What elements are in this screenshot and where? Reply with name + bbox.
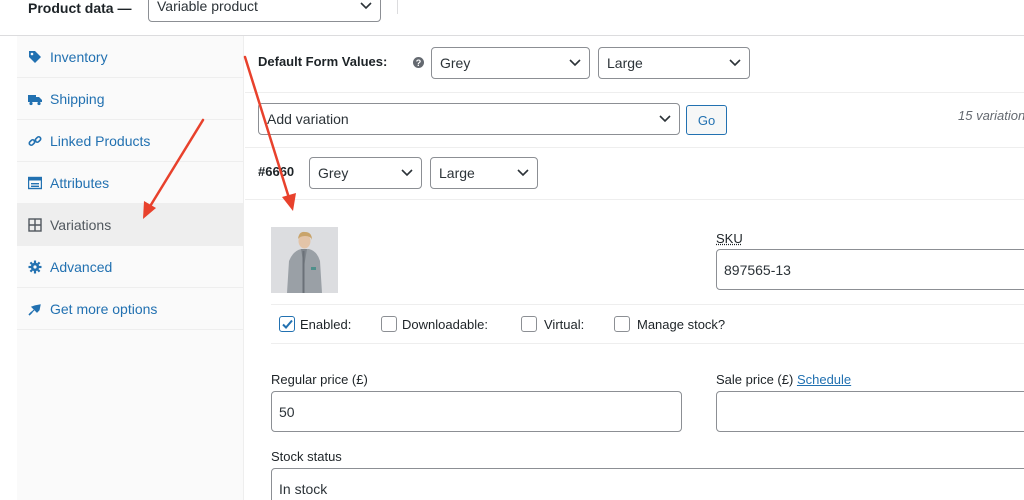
variation-color-value: Grey: [318, 165, 349, 181]
variation-image[interactable]: [271, 227, 338, 293]
tab-inventory[interactable]: Inventory: [17, 36, 244, 78]
grid-icon: [28, 217, 42, 232]
plugin-icon: [28, 302, 42, 316]
product-type-value: Variable product: [157, 0, 258, 14]
manage-stock-label: Manage stock?: [637, 317, 726, 332]
go-button[interactable]: Go: [686, 105, 727, 135]
chevron-down-icon: [517, 169, 529, 177]
row-divider: [245, 92, 1024, 93]
jacket-product-photo: [271, 227, 338, 293]
tab-shipping-label: Shipping: [50, 90, 105, 107]
enabled-checkbox[interactable]: [279, 316, 295, 332]
default-size-select[interactable]: Large: [598, 47, 750, 79]
row-divider: [245, 147, 1024, 148]
header-divider: [397, 0, 398, 14]
link-icon: [28, 134, 42, 148]
tab-inventory-label: Inventory: [50, 48, 108, 65]
default-form-values-label: Default Form Values:: [258, 54, 388, 69]
variation-count: 15 variations: [958, 108, 1024, 123]
stock-status-label: Stock status: [271, 449, 342, 464]
tab-variations[interactable]: Variations: [17, 204, 244, 246]
downloadable-checkbox[interactable]: [381, 316, 397, 332]
list-icon: [28, 176, 42, 190]
sale-price-label: Sale price (£): [716, 372, 794, 387]
schedule-link[interactable]: Schedule: [797, 372, 851, 387]
default-color-value: Grey: [440, 55, 471, 71]
product-data-tabs: Inventory Shipping Linked Products Attri…: [17, 36, 244, 500]
virtual-label: Virtual:: [544, 317, 585, 332]
tab-attributes-label: Attributes: [50, 174, 110, 191]
tab-attributes[interactable]: Attributes: [17, 162, 244, 204]
sku-input[interactable]: 897565-13: [716, 249, 1024, 290]
default-size-value: Large: [607, 55, 643, 71]
tab-get-more-options-label: Get more options: [50, 300, 158, 317]
add-variation-value: Add variation: [267, 111, 349, 127]
chevron-down-icon: [401, 169, 413, 177]
regular-price-input[interactable]: 50: [271, 391, 682, 432]
row-divider: [245, 199, 1024, 200]
stock-status-select[interactable]: In stock: [271, 468, 1024, 500]
sale-price-input[interactable]: [716, 391, 1024, 432]
tab-get-more-options[interactable]: Get more options: [17, 288, 244, 330]
downloadable-label: Downloadable:: [402, 317, 489, 332]
add-variation-select[interactable]: Add variation: [258, 103, 680, 135]
variation-size-value: Large: [439, 165, 475, 181]
tab-variations-label: Variations: [50, 216, 112, 233]
tab-linked-products[interactable]: Linked Products: [17, 120, 244, 162]
manage-stock-checkbox[interactable]: [614, 316, 630, 332]
chevron-down-icon: [360, 2, 372, 10]
tab-advanced[interactable]: Advanced: [17, 246, 244, 288]
help-icon[interactable]: ?: [413, 57, 424, 68]
default-color-select[interactable]: Grey: [431, 47, 590, 79]
product-type-select[interactable]: Variable product: [148, 0, 381, 22]
chevron-down-icon: [569, 59, 581, 67]
tag-icon: [28, 50, 42, 64]
variation-id[interactable]: #6660: [258, 164, 294, 179]
regular-price-value: 50: [279, 403, 295, 420]
variation-size-select[interactable]: Large: [430, 157, 538, 189]
chevron-down-icon: [659, 115, 671, 123]
truck-icon: [28, 92, 42, 106]
tab-linked-products-label: Linked Products: [50, 132, 151, 149]
stock-status-value: In stock: [279, 480, 328, 497]
product-data-title: Product data —: [28, 0, 132, 16]
regular-price-label: Regular price (£): [271, 372, 368, 387]
variation-options-row: Enabled: Downloadable: Virtual: Manage s…: [271, 304, 1024, 344]
variation-color-select[interactable]: Grey: [309, 157, 422, 189]
tab-shipping[interactable]: Shipping: [17, 78, 244, 120]
sku-value: 897565-13: [724, 261, 791, 278]
sku-label: SKU: [716, 231, 743, 246]
product-data-header: Product data — Variable product: [0, 0, 1024, 36]
checkmark-icon: [282, 319, 293, 329]
chevron-down-icon: [729, 59, 741, 67]
tab-advanced-label: Advanced: [50, 258, 113, 275]
enabled-label: Enabled:: [300, 317, 352, 332]
gear-icon: [28, 260, 42, 274]
sale-price-label-group: Sale price (£) Schedule: [716, 372, 851, 387]
virtual-checkbox[interactable]: [521, 316, 537, 332]
